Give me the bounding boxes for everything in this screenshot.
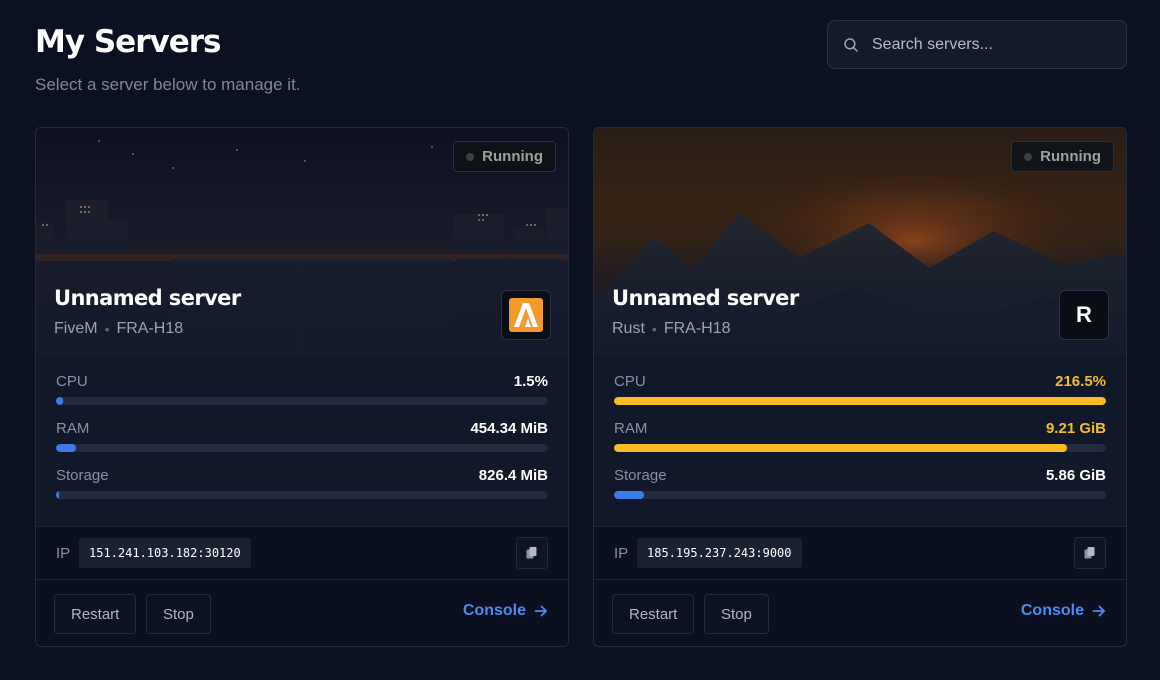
ip-label: IP	[56, 545, 71, 562]
status-badge: Running	[453, 141, 556, 172]
stat-value: 216.5%	[1055, 373, 1106, 390]
stat-value: 826.4 MiB	[478, 467, 548, 484]
ip-label: IP	[614, 545, 629, 562]
console-link[interactable]: Console	[463, 602, 548, 620]
rust-logo-icon: R	[1059, 290, 1109, 340]
server-meta: Rust • FRA-H18	[612, 320, 731, 338]
meta-separator: •	[104, 321, 110, 337]
stat-storage: Storage 826.4 MiB	[56, 467, 548, 514]
stop-button[interactable]: Stop	[704, 594, 769, 634]
stat-label: Storage	[614, 467, 667, 484]
stat-value: 5.86 GiB	[1045, 467, 1106, 484]
status-dot	[1024, 152, 1033, 161]
stat-label: RAM	[56, 420, 90, 437]
stat-storage: Storage 5.86 GiB	[614, 467, 1106, 514]
usage-bar	[614, 444, 1106, 452]
server-game: FiveM	[54, 320, 98, 337]
status-dot	[466, 152, 475, 161]
arrow-right-icon	[534, 605, 547, 617]
page-subtitle: Select a server below to manage it.	[35, 75, 301, 94]
stat-label: RAM	[614, 420, 648, 437]
stat-ram: RAM 9.21 GiB	[614, 420, 1106, 467]
usage-bar-fill	[614, 491, 644, 499]
resource-stats: CPU 216.5% RAM 9.21 GiB Storage 5.86 GiB	[614, 373, 1106, 514]
restart-button[interactable]: Restart	[54, 594, 137, 634]
server-game: Rust	[612, 320, 645, 337]
console-link[interactable]: Console	[1021, 602, 1106, 620]
usage-bar	[56, 491, 548, 499]
ip-section: IP 151.241.103.182:30120	[36, 526, 568, 580]
usage-bar-fill	[56, 444, 76, 452]
usage-bar-fill	[56, 491, 59, 499]
stat-value: 454.34 MiB	[470, 420, 548, 437]
arrow-right-icon	[1092, 605, 1105, 617]
meta-separator: •	[651, 321, 657, 337]
usage-bar	[56, 397, 548, 405]
stat-cpu: CPU 1.5%	[56, 373, 548, 420]
status-label: Running	[1040, 148, 1101, 165]
server-card[interactable]: Running Unnamed server FiveM • FRA-H18 C…	[35, 127, 569, 647]
server-name: Unnamed server	[612, 286, 799, 310]
stat-label: CPU	[614, 373, 646, 390]
ip-section: IP 185.195.237.243:9000	[594, 526, 1126, 580]
ip-address[interactable]: 151.241.103.182:30120	[79, 538, 251, 568]
search-icon	[844, 37, 858, 52]
stat-value: 1.5%	[513, 373, 548, 390]
stop-button[interactable]: Stop	[146, 594, 211, 634]
copy-icon	[526, 547, 537, 559]
server-location: FRA-H18	[116, 320, 184, 337]
copy-icon	[1084, 547, 1095, 559]
console-label: Console	[462, 602, 526, 619]
server-name: Unnamed server	[54, 286, 241, 310]
card-actions: Restart Stop Console	[36, 580, 568, 646]
page-title: My Servers	[35, 24, 221, 60]
copy-ip-button[interactable]	[516, 537, 548, 569]
search-box[interactable]	[827, 20, 1127, 69]
usage-bar-fill	[614, 444, 1067, 452]
server-card[interactable]: Running Unnamed server Rust • FRA-H18 R …	[593, 127, 1127, 647]
copy-ip-button[interactable]	[1074, 537, 1106, 569]
usage-bar	[614, 491, 1106, 499]
resource-stats: CPU 1.5% RAM 454.34 MiB Storage 826.4 Mi…	[56, 373, 548, 514]
ip-address[interactable]: 185.195.237.243:9000	[637, 538, 802, 568]
server-location: FRA-H18	[663, 320, 731, 337]
fivem-logo-icon	[501, 290, 551, 340]
card-actions: Restart Stop Console	[594, 580, 1126, 646]
status-badge: Running	[1011, 141, 1114, 172]
stat-label: CPU	[56, 373, 88, 390]
console-label: Console	[1020, 602, 1084, 619]
search-input[interactable]	[872, 35, 1112, 54]
usage-bar	[56, 444, 548, 452]
stat-ram: RAM 454.34 MiB	[56, 420, 548, 467]
stat-value: 9.21 GiB	[1045, 420, 1106, 437]
stat-label: Storage	[56, 467, 109, 484]
stat-cpu: CPU 216.5%	[614, 373, 1106, 420]
usage-bar-fill	[614, 397, 1106, 405]
usage-bar	[614, 397, 1106, 405]
status-label: Running	[482, 148, 543, 165]
restart-button[interactable]: Restart	[612, 594, 695, 634]
server-meta: FiveM • FRA-H18	[54, 320, 183, 338]
usage-bar-fill	[56, 397, 64, 405]
